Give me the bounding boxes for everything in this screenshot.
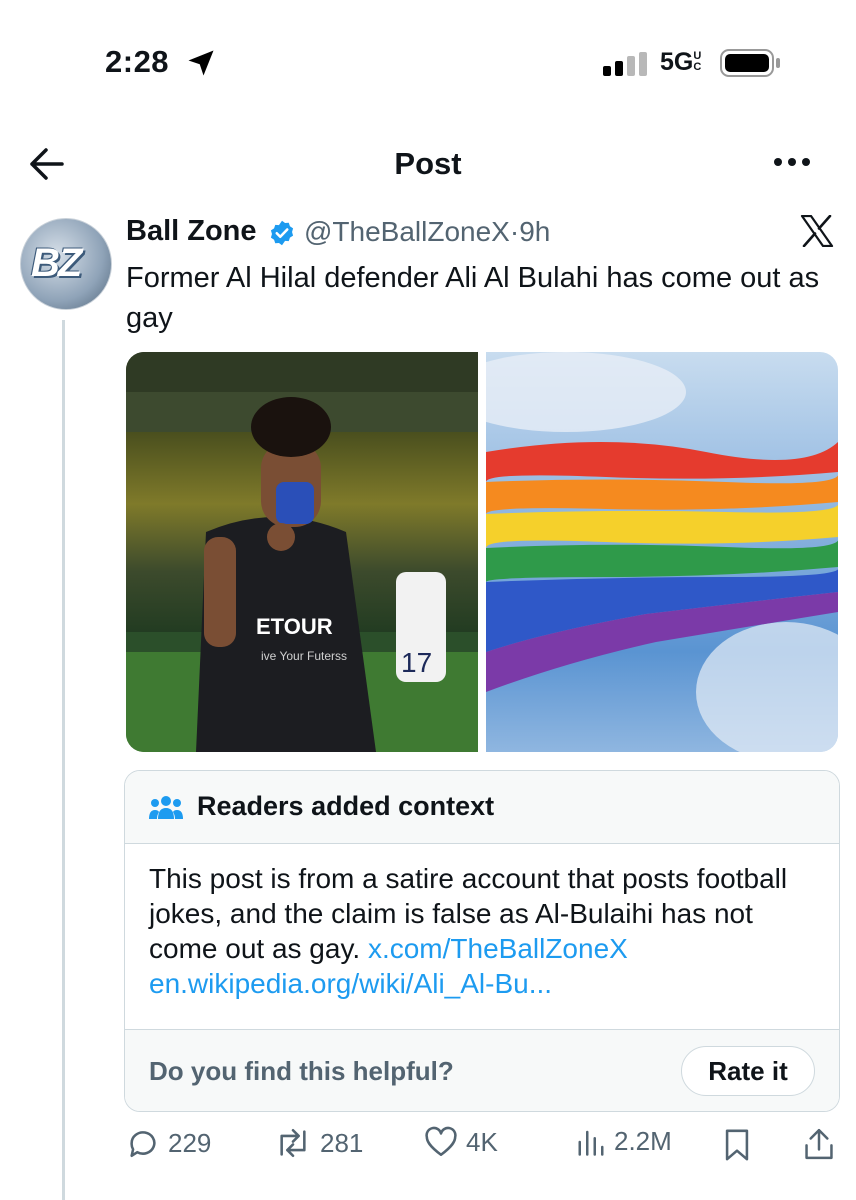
reply-count: 229	[168, 1127, 212, 1158]
note-link-wikipedia[interactable]: en.wikipedia.org/wiki/Ali_Al-Bu...	[149, 968, 552, 999]
bookmark-icon[interactable]	[722, 1128, 752, 1162]
author-name[interactable]: Ball Zone	[126, 215, 257, 248]
rate-it-button[interactable]: Rate it	[681, 1046, 815, 1096]
community-note-footer: Do you find this helpful? Rate it	[125, 1029, 839, 1111]
signal-bars-icon	[603, 52, 647, 76]
views-button[interactable]: 2.2M	[576, 1126, 672, 1157]
media-divider	[478, 352, 486, 752]
helpful-prompt: Do you find this helpful?	[149, 1056, 454, 1086]
network-type: 5G	[660, 48, 694, 76]
views-icon	[578, 1130, 604, 1156]
svg-text:ETOUR: ETOUR	[256, 614, 333, 639]
page-title: Post	[394, 146, 462, 181]
repost-count: 281	[320, 1127, 364, 1158]
x-logo-icon	[800, 215, 834, 247]
player-illustration: 17 ETOUR ive Your Futerss	[126, 352, 478, 752]
more-icon[interactable]	[772, 155, 812, 169]
thread-line	[62, 320, 65, 1200]
network-indicator: 5GUC	[660, 48, 703, 77]
svg-text:ive Your Futerss: ive Your Futerss	[261, 649, 347, 663]
rainbow-flag-photo[interactable]	[446, 352, 838, 752]
rainbow-flag-illustration	[446, 352, 838, 752]
location-arrow-icon	[188, 50, 214, 76]
heart-icon	[425, 1126, 457, 1157]
author-handle[interactable]: @TheBallZoneX	[304, 216, 510, 247]
avatar-logo-text: BZ	[31, 241, 82, 285]
views-count: 2.2M	[614, 1126, 672, 1156]
handle-line: @TheBallZoneX·9h	[304, 216, 550, 248]
community-note-body: This post is from a satire account that …	[149, 861, 819, 1001]
post-media[interactable]: 17 ETOUR ive Your Futerss	[126, 352, 838, 752]
note-link-profile[interactable]: x.com/TheBallZoneX	[368, 933, 628, 964]
svg-text:17: 17	[401, 647, 432, 678]
battery-icon	[720, 49, 780, 77]
post-time[interactable]: 9h	[519, 216, 550, 247]
post-action-bar: 229 281 4K 2.2M	[126, 1126, 838, 1166]
share-icon[interactable]	[802, 1126, 836, 1162]
reply-icon	[130, 1131, 156, 1158]
community-note-title: Readers added context	[197, 791, 495, 821]
avatar[interactable]: BZ	[20, 218, 112, 310]
status-time: 2:28	[105, 44, 170, 79]
reply-button[interactable]: 229	[126, 1126, 211, 1160]
community-note-card: Readers added context This post is from …	[124, 770, 840, 1112]
repost-button[interactable]: 281	[274, 1126, 363, 1160]
post-text: Former Al Hilal defender Ali Al Bulahi h…	[126, 262, 820, 334]
repost-icon	[280, 1128, 306, 1158]
separator-dot: ·	[509, 216, 520, 247]
people-icon	[149, 796, 183, 819]
verified-badge-icon	[270, 220, 294, 246]
community-note-header: Readers added context	[125, 771, 839, 844]
like-button[interactable]: 4K	[424, 1126, 498, 1158]
network-suffix: UC	[693, 50, 702, 73]
like-count: 4K	[466, 1126, 498, 1157]
football-player-photo[interactable]: 17 ETOUR ive Your Futerss	[126, 352, 478, 752]
